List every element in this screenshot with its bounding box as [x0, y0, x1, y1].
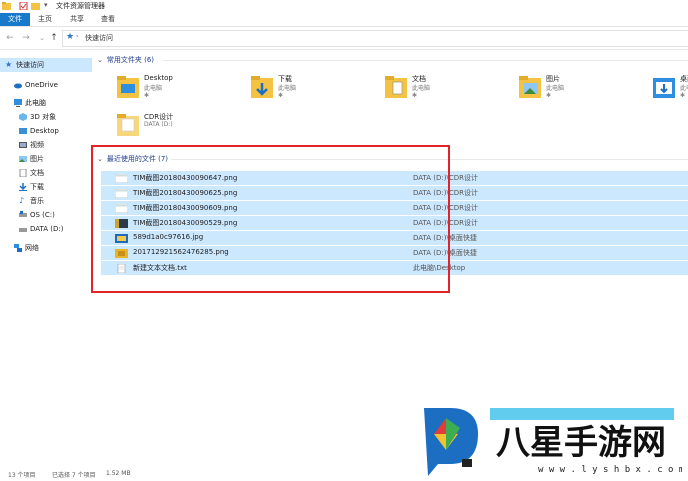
sidebar-item-label: DATA (D:)	[30, 225, 64, 233]
quick-access-star-icon: ★	[66, 32, 75, 42]
folder-location: 此电脑	[680, 85, 688, 92]
folder-icon	[117, 76, 139, 98]
computer-icon	[14, 99, 22, 107]
new-folder-icon[interactable]	[31, 2, 40, 10]
drive-icon	[19, 228, 27, 232]
folder-tile-cdr[interactable]: CDR设计 DATA (D:)	[117, 108, 237, 144]
folder-tile-pictures[interactable]: 图片 此电脑 ✱	[519, 70, 639, 106]
chevron-down-icon: ⌄	[97, 56, 103, 64]
network-icon	[14, 244, 22, 252]
breadcrumb: 快速访问	[85, 34, 113, 42]
divider	[163, 60, 688, 61]
properties-icon[interactable]	[19, 2, 28, 10]
sidebar-item-label: 下载	[30, 183, 44, 191]
desktop-icon	[19, 128, 27, 134]
sidebar-item-music[interactable]: ♪ 音乐	[0, 194, 92, 208]
svg-text:w w w . l y s h b x . c o m: w w w . l y s h b x . c o m	[538, 465, 682, 475]
sidebar-item-downloads[interactable]: 下载	[0, 180, 92, 194]
sidebar-item-this-pc[interactable]: 此电脑	[0, 96, 92, 110]
sidebar-item-data-d[interactable]: DATA (D:)	[0, 222, 92, 236]
back-button[interactable]: ←	[4, 32, 16, 44]
sidebar-item-3d-objects[interactable]: 3D 对象	[0, 110, 92, 124]
cloud-icon	[14, 83, 22, 89]
title-bar: ▾ 文件资源管理器	[0, 0, 688, 13]
sidebar-item-label: OS (C:)	[30, 211, 55, 219]
sidebar-item-desktop[interactable]: Desktop	[0, 124, 92, 138]
folder-tile-documents[interactable]: 文档 此电脑 ✱	[385, 70, 505, 106]
sidebar-item-network[interactable]: 网络	[0, 241, 92, 255]
selected-size: 1.52 MB	[106, 470, 131, 477]
sidebar-item-label: 视频	[30, 141, 44, 149]
sidebar-item-videos[interactable]: 视频	[0, 138, 92, 152]
sidebar-item-label: 3D 对象	[30, 113, 57, 121]
folder-location: 此电脑	[546, 85, 565, 92]
tab-share[interactable]: 共享	[70, 13, 84, 26]
folder-tile-downloads[interactable]: 下载 此电脑 ✱	[251, 70, 371, 106]
pin-icon: ✱	[546, 92, 552, 99]
folder-location: DATA (D:)	[144, 121, 173, 128]
sidebar-item-label: Desktop	[30, 127, 59, 135]
pictures-folder-icon	[519, 76, 541, 98]
folder-name: Desktop	[144, 74, 173, 82]
folder-icon	[117, 114, 139, 136]
sidebar-item-quick-access[interactable]: ★ 快速访问	[0, 58, 92, 72]
address-bar-row: ← → ⌄ ↑ ★ › 快速访问	[0, 27, 688, 50]
folder-tile-desktop-zh[interactable]: 桌面 此电脑 ✱	[653, 70, 688, 106]
tab-view[interactable]: 查看	[101, 13, 115, 26]
group-header-label: 常用文件夹 (6)	[106, 56, 155, 64]
folder-icon[interactable]	[2, 2, 11, 10]
sidebar-item-label: 音乐	[30, 197, 44, 205]
recent-locations-icon[interactable]: ⌄	[36, 32, 48, 44]
documents-folder-icon	[385, 76, 407, 98]
picture-icon	[19, 156, 27, 162]
drive-icon	[19, 211, 27, 217]
pin-icon: ✱	[144, 92, 150, 99]
breadcrumb-separator-icon: ›	[76, 33, 79, 40]
pin-icon: ✱	[412, 92, 418, 99]
download-icon	[19, 183, 27, 191]
watermark-logo-graphic: 八星手游网 w w w . l y s h b x . c o m	[424, 408, 684, 476]
sidebar-item-label: 快速访问	[16, 61, 44, 69]
selected-count: 已选择 7 个项目	[52, 472, 96, 479]
sidebar-item-label: 文档	[30, 169, 44, 177]
address-input[interactable]: ★ › 快速访问	[62, 30, 688, 47]
watermark-logo: 八星手游网 w w w . l y s h b x . c o m	[420, 404, 684, 478]
svg-text:八星手游网: 八星手游网	[496, 423, 666, 463]
sidebar-item-onedrive[interactable]: OneDrive	[0, 78, 92, 92]
highlight-box	[91, 145, 450, 293]
document-icon	[19, 169, 27, 177]
forward-button[interactable]: →	[20, 32, 32, 44]
tab-file[interactable]: 文件	[0, 13, 30, 26]
sidebar-item-os-c[interactable]: OS (C:)	[0, 208, 92, 222]
group-header-frequent[interactable]: ⌄ 常用文件夹 (6)	[97, 55, 154, 65]
navigation-pane: ★ 快速访问 OneDrive 此电脑 3D 对象 Desktop 视频 图片 …	[0, 50, 92, 460]
tab-home[interactable]: 主页	[38, 13, 52, 26]
folder-tile-desktop[interactable]: Desktop 此电脑 ✱	[117, 70, 237, 106]
video-icon	[19, 142, 27, 148]
pin-icon: ✱	[680, 92, 686, 99]
window-title: 文件资源管理器	[56, 2, 105, 10]
download-folder-icon	[251, 76, 273, 98]
sidebar-item-label: 图片	[30, 155, 44, 163]
sidebar-item-label: OneDrive	[25, 81, 58, 89]
ribbon: 文件 主页 共享 查看	[0, 13, 688, 27]
item-count: 13 个项目	[8, 472, 36, 479]
folder-location: 此电脑	[412, 85, 431, 92]
pin-icon: ✱	[278, 92, 284, 99]
sidebar-item-label: 此电脑	[25, 99, 46, 107]
sidebar-item-documents[interactable]: 文档	[0, 166, 92, 180]
desktop-folder-icon	[653, 78, 675, 98]
dropdown-icon[interactable]: ▾	[44, 1, 48, 9]
up-button[interactable]: ↑	[48, 32, 60, 44]
folder-location: 此电脑	[144, 85, 163, 92]
music-icon: ♪	[19, 196, 25, 205]
folder-location: 此电脑	[278, 85, 297, 92]
3d-objects-icon	[19, 113, 27, 121]
star-icon: ★	[5, 60, 13, 69]
sidebar-item-label: 网络	[25, 244, 39, 252]
sidebar-item-pictures[interactable]: 图片	[0, 152, 92, 166]
